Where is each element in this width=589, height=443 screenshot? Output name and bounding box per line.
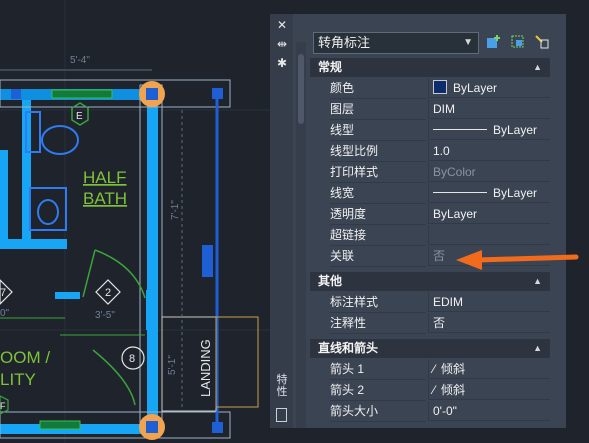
room-label-utility-1: OOM / — [0, 348, 50, 367]
scrollbar-thumb[interactable] — [298, 54, 304, 124]
svg-text:2: 2 — [105, 287, 111, 299]
section-general[interactable]: 常规 ▲ — [310, 58, 550, 77]
dim-0: 0" — [0, 308, 10, 319]
svg-text:7: 7 — [0, 287, 6, 299]
line-sample — [433, 192, 487, 193]
color-swatch — [433, 80, 447, 94]
object-type-dropdown[interactable]: 转角标注 ▼ — [313, 32, 479, 54]
dim-vertical-right-text: 7'-1" — [170, 200, 181, 220]
oblique-arrow-icon: ⁄ — [433, 383, 436, 397]
svg-text:8: 8 — [129, 353, 135, 365]
chevron-up-icon: ▲ — [533, 62, 542, 72]
line-sample — [433, 129, 487, 130]
chevron-up-icon: ▲ — [533, 276, 542, 286]
row-linetype[interactable]: 线型 ByLayer — [310, 120, 550, 141]
row-hyperlink[interactable]: 超链接 — [310, 225, 550, 246]
row-arrow1[interactable]: 箭头 1 ⁄ 倾斜 — [310, 359, 550, 380]
close-icon[interactable]: ✕ — [275, 18, 289, 32]
quick-select-icon[interactable] — [534, 34, 550, 50]
section-lines-arrows[interactable]: 直线和箭头 ▲ — [310, 339, 550, 358]
room-label-line2: BATH — [83, 189, 127, 208]
dim-vertical-left-text: 5'-1" — [167, 355, 178, 375]
oblique-arrow-icon: ⁄ — [433, 362, 436, 376]
svg-text:F: F — [0, 401, 6, 411]
svg-text:LANDING: LANDING — [198, 339, 213, 397]
row-linetype-scale[interactable]: 线型比例 1.0 — [310, 141, 550, 162]
properties-palette: ✕ ⇹ ✱ 特性 转角标注 ▼ 常规 ▲ 颜色 ByLayer 图层 DIM 线型… — [270, 14, 566, 428]
object-type-value: 转角标注 — [318, 35, 371, 50]
toggle-pickadd-icon[interactable] — [486, 34, 502, 50]
dim-3-5: 3'-5" — [95, 310, 115, 321]
palette-title: 特性 — [276, 374, 288, 398]
row-layer[interactable]: 图层 DIM — [310, 99, 550, 120]
row-plot-style[interactable]: 打印样式 ByColor — [310, 162, 550, 183]
section-misc[interactable]: 其他 ▲ — [310, 272, 550, 291]
chevron-down-icon: ▼ — [463, 37, 473, 48]
row-lineweight[interactable]: 线宽 ByLayer — [310, 183, 550, 204]
row-dim-style[interactable]: 标注样式 EDIM — [310, 292, 550, 313]
select-objects-icon[interactable] — [510, 34, 526, 50]
row-arrow-size[interactable]: 箭头大小 0'-0" — [310, 401, 550, 422]
settings-icon[interactable]: ✱ — [275, 56, 289, 70]
room-label-utility-2: LITY — [0, 370, 36, 389]
row-transparency[interactable]: 透明度 ByLayer — [310, 204, 550, 225]
row-arrow2[interactable]: 箭头 2 ⁄ 倾斜 — [310, 380, 550, 401]
autohide-icon[interactable]: ⇹ — [275, 37, 289, 51]
row-annotative[interactable]: 注释性 否 — [310, 313, 550, 334]
svg-text:E: E — [76, 111, 83, 122]
svg-text:5'-4": 5'-4" — [70, 55, 90, 66]
properties-icon — [276, 408, 287, 422]
callout-arrow-icon — [456, 250, 579, 270]
chevron-up-icon: ▲ — [533, 343, 542, 353]
palette-title-strip: ✕ ⇹ ✱ 特性 — [270, 14, 293, 428]
room-label-line1: HALF — [83, 168, 126, 187]
row-color[interactable]: 颜色 ByLayer — [310, 78, 550, 99]
